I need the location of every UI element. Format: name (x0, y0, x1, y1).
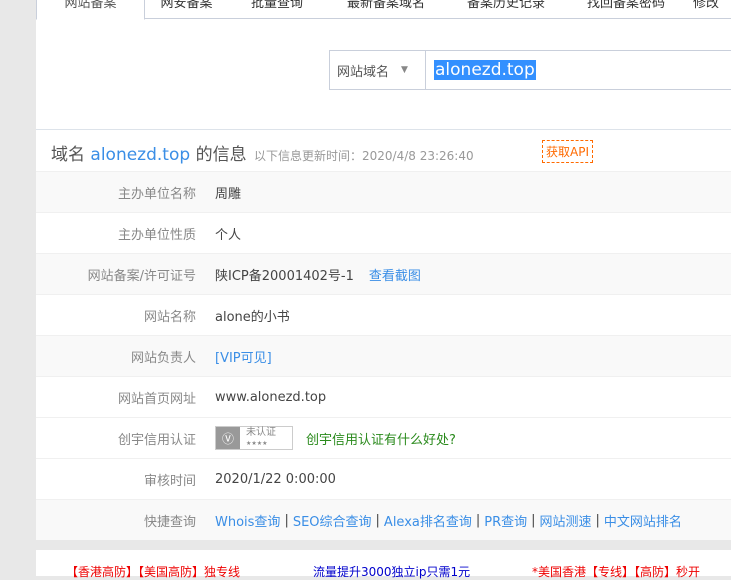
table-row: 网站负责人 [VIP可见] (36, 335, 731, 376)
separator: | (595, 512, 600, 528)
row-value: 陕ICP备20001402号-1 (215, 268, 354, 284)
credit-info-link[interactable]: 创宇信用认证有什么好处? (306, 429, 456, 448)
ad-link[interactable]: *美国香港【专线】【高防】秒开 (532, 563, 700, 580)
view-screenshot-link[interactable]: 查看截图 (369, 265, 421, 284)
badge-stars: ★★★★ (246, 440, 268, 447)
domain-input-value: alonezd.top (434, 60, 536, 80)
credit-badge: Ⓥ 未认证 ★★★★ (215, 426, 293, 450)
badge-text: 未认证 (246, 427, 276, 438)
table-row: 网站名称 alone的小书 (36, 294, 731, 335)
row-label: 网站首页网址 (117, 391, 196, 407)
tab-police-record[interactable]: 网安备案 (145, 0, 228, 19)
table-row: 快捷查询 Whois查询 | SEO综合查询 | Alexa排名查询 | PR查询 | … (36, 499, 731, 540)
info-table: 主办单位名称 周雕 主办单位性质 个人 网站备案/许可证号 陕ICP备20001402… (36, 171, 731, 540)
v-shield-icon: Ⓥ (216, 427, 240, 449)
tab-modify[interactable]: 修改 (686, 0, 726, 19)
row-label: 网站备案/许可证号 (87, 268, 196, 284)
page-title: 域名 alonezd.top 的信息 以下信息更新时间：2020/4/8 23:… (51, 140, 474, 165)
domain-input[interactable]: alonezd.top (426, 51, 731, 89)
get-api-button[interactable]: 获取API (542, 140, 593, 163)
title-prefix: 域名 (51, 145, 85, 165)
row-value: www.alonezd.top (215, 389, 327, 405)
tab-batch-query[interactable]: 批量查询 (228, 0, 326, 19)
row-value: 周雕 (215, 186, 242, 202)
table-row: 网站备案/许可证号 陕ICP备20001402号-1 查看截图 (36, 253, 731, 294)
main-panel: 网站备案 网安备案 批量查询 最新备案域名 备案历史记录 找回备案密码 修改 网… (36, 0, 731, 540)
ad-link[interactable]: 流量提升3000独立ip只需1元 (313, 563, 470, 580)
search-type-select[interactable]: 网站域名 ▼ (330, 51, 426, 89)
row-label: 创宇信用认证 (117, 432, 196, 448)
row-label: 主办单位性质 (117, 227, 196, 243)
table-row: 主办单位名称 周雕 (36, 171, 731, 212)
title-domain: alonezd.top (90, 145, 191, 165)
tab-history[interactable]: 备案历史记录 (446, 0, 566, 19)
row-label: 快捷查询 (143, 514, 196, 530)
row-label: 网站名称 (143, 309, 196, 325)
separator: | (375, 512, 380, 528)
row-value: 个人 (215, 227, 242, 243)
row-value: alone的小书 (215, 309, 290, 325)
table-row: 创宇信用认证 Ⓥ 未认证 ★★★★ 创宇信用认证有什么好处? (36, 417, 731, 458)
ad-bar: 【香港高防】【美国高防】独专线 流量提升3000独立ip只需1元 *美国香港【专… (36, 550, 731, 579)
table-row: 审核时间 2020/1/22 0:00:00 (36, 458, 731, 499)
tab-latest-domains[interactable]: 最新备案域名 (326, 0, 446, 19)
ad-link[interactable]: 【香港高防】【美国高防】独专线 (66, 563, 240, 580)
title-suffix: 的信息 (195, 145, 247, 165)
whois-link[interactable]: Whois查询 (215, 511, 280, 530)
search-type-label: 网站域名 (337, 64, 390, 80)
row-label: 审核时间 (143, 473, 196, 489)
separator: | (475, 512, 481, 528)
row-label: 主办单位名称 (117, 186, 196, 202)
row-value: 2020/1/22 0:00:00 (215, 471, 336, 487)
divider (36, 129, 731, 130)
update-time: 以下信息更新时间：2020/4/8 23:26:40 (253, 149, 474, 163)
pr-link[interactable]: PR查询 (484, 511, 527, 530)
seo-link[interactable]: SEO综合查询 (293, 511, 372, 530)
row-label: 网站负责人 (130, 350, 196, 366)
tab-site-record[interactable]: 网站备案 (36, 0, 145, 20)
speed-test-link[interactable]: 网站测速 (540, 511, 592, 530)
table-row: 网站首页网址 www.alonezd.top (36, 376, 731, 417)
tab-recover-password[interactable]: 找回备案密码 (566, 0, 686, 19)
chevron-down-icon: ▼ (401, 65, 408, 75)
separator: | (284, 512, 289, 528)
table-row: 主办单位性质 个人 (36, 212, 731, 253)
tab-bar: 网站备案 网安备案 批量查询 最新备案域名 备案历史记录 找回备案密码 修改 (36, 0, 731, 20)
cn-rank-link[interactable]: 中文网站排名 (604, 511, 682, 530)
alexa-link[interactable]: Alexa排名查询 (384, 511, 472, 530)
vip-link[interactable]: [VIP可见] (215, 347, 272, 366)
search-bar: 网站域名 ▼ alonezd.top (329, 50, 731, 90)
separator: | (531, 512, 536, 528)
